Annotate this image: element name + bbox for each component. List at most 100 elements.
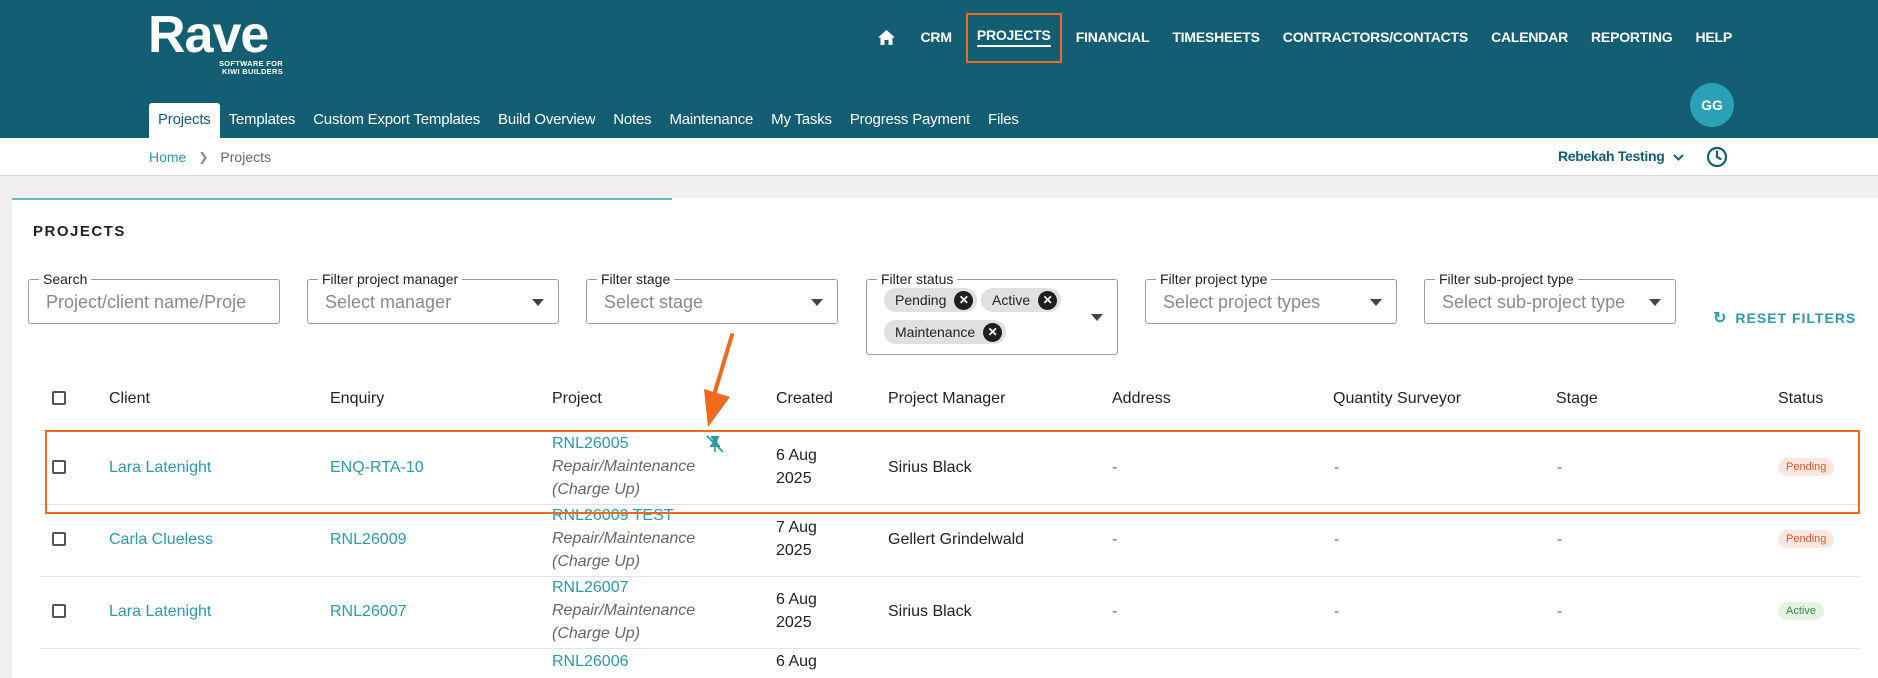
col-address[interactable]: Address [1112,390,1171,408]
col-project[interactable]: Project [552,390,602,408]
filter-project-type[interactable]: Filter project type Select project types [1145,271,1397,324]
caret-down-icon [811,299,823,306]
tab-templates[interactable]: Templates [220,103,305,138]
rave-logo[interactable]: Rave SOFTWARE FOR KIWI BUILDERS [148,6,283,76]
tab-files[interactable]: Files [979,103,1028,138]
home-icon[interactable] [877,28,898,46]
row-address: - [1112,603,1118,620]
created-year: 2025 [776,614,812,631]
breadcrumb: Home ❯ Projects [149,149,271,165]
reset-filters-button[interactable]: ↻ RESET FILTERS [1713,308,1856,328]
row-divider [40,648,1860,649]
status-chip-active[interactable]: Active ✕ [981,288,1062,312]
breadcrumb-current: Projects [220,149,271,165]
logo-text: Rave [148,6,269,64]
row-client[interactable]: Carla Clueless [109,528,213,551]
row-stage: - [1557,531,1563,548]
row-checkbox[interactable] [52,532,66,546]
sub-nav: Projects Templates Custom Export Templat… [149,103,1028,138]
project-code[interactable]: RNL26007 [552,576,695,599]
tab-custom-export-templates[interactable]: Custom Export Templates [304,103,489,138]
filter-manager-placeholder: Select manager [325,292,452,312]
search-input[interactable]: Search Project/client name/Proje [28,271,280,324]
nav-crm[interactable]: CRM [921,29,952,45]
row-manager: Sirius Black [888,603,972,620]
nav-projects[interactable]: PROJECTS [976,27,1051,47]
filter-subtype-label: Filter sub-project type [1435,271,1578,287]
nav-financial[interactable]: FINANCIAL [1076,29,1150,45]
nav-reporting[interactable]: REPORTING [1591,29,1673,45]
logo-tagline-2: KIWI BUILDERS [222,67,283,76]
col-status[interactable]: Status [1778,390,1823,408]
col-quantity-surveyor[interactable]: Quantity Surveyor [1333,390,1461,408]
row-checkbox[interactable] [52,604,66,618]
project-subtype: (Charge Up) [552,625,641,642]
tab-progress-payment[interactable]: Progress Payment [841,103,979,138]
filter-type-placeholder: Select project types [1163,292,1321,312]
created-day: 6 Aug [776,653,817,670]
close-icon[interactable]: ✕ [1038,290,1058,310]
close-icon[interactable]: ✕ [983,322,1003,342]
project-code[interactable]: RNL26006 [552,650,629,673]
tab-notes[interactable]: Notes [604,103,660,138]
breadcrumb-bar: Home ❯ Projects Rebekah Testing [0,138,1878,176]
filter-project-manager[interactable]: Filter project manager Select manager [307,271,559,324]
search-placeholder: Project/client name/Proje [46,292,247,312]
filter-sub-project-type[interactable]: Filter sub-project type Select sub-proje… [1424,271,1676,324]
nav-contractors-contacts[interactable]: CONTRACTORS/CONTACTS [1283,29,1468,45]
tab-projects[interactable]: Projects [149,103,220,138]
tenant-name: Rebekah Testing [1558,148,1665,164]
reset-filters-label: RESET FILTERS [1735,310,1857,326]
filter-stage-label: Filter stage [597,271,675,287]
filter-stage-placeholder: Select stage [604,292,704,312]
row-enquiry[interactable]: RNL26007 [330,600,407,623]
tab-maintenance[interactable]: Maintenance [660,103,762,138]
filter-type-label: Filter project type [1156,271,1272,287]
row-enquiry[interactable]: RNL26009 [330,528,407,551]
main-nav: CRM PROJECTS FINANCIAL TIMESHEETS CONTRA… [877,13,1732,63]
filter-stage[interactable]: Filter stage Select stage [586,271,838,324]
col-created[interactable]: Created [776,390,833,408]
row-qs: - [1334,603,1340,620]
col-client[interactable]: Client [109,390,150,408]
tab-my-tasks[interactable]: My Tasks [762,103,841,138]
top-header: Rave SOFTWARE FOR KIWI BUILDERS CRM PROJ… [0,0,1878,138]
col-stage[interactable]: Stage [1556,390,1598,408]
created-day: 6 Aug [776,591,817,608]
page-title: PROJECTS [33,223,126,240]
search-label: Search [39,271,92,287]
filter-subtype-placeholder: Select sub-project type [1442,292,1626,312]
clock-icon[interactable] [1706,146,1728,173]
nav-timesheets[interactable]: TIMESHEETS [1172,29,1260,45]
col-enquiry[interactable]: Enquiry [330,390,384,408]
filter-manager-label: Filter project manager [318,271,463,287]
row-stage: - [1557,603,1563,620]
breadcrumb-home[interactable]: Home [149,149,186,165]
chip-label: Pending [895,292,947,308]
annotation-arrow-icon [698,333,738,434]
project-subtype: (Charge Up) [552,553,641,570]
nav-calendar[interactable]: CALENDAR [1491,29,1568,45]
chip-label: Maintenance [895,324,976,340]
created-year: 2025 [776,542,812,559]
col-project-manager[interactable]: Project Manager [888,390,1005,408]
refresh-icon: ↻ [1713,310,1728,327]
tab-build-overview[interactable]: Build Overview [489,103,604,138]
status-chip-maintenance[interactable]: Maintenance ✕ [884,320,1007,344]
row-client[interactable]: Lara Latenight [109,600,211,623]
tenant-selector[interactable]: Rebekah Testing [1558,148,1684,164]
close-icon[interactable]: ✕ [954,290,974,310]
project-type: Repair/Maintenance [552,602,696,619]
chevron-right-icon: ❯ [198,150,209,164]
chip-label: Active [992,292,1031,308]
status-badge: Pending [1778,530,1835,548]
status-badge: Active [1778,602,1824,620]
nav-help[interactable]: HELP [1695,29,1732,45]
row-created: 7 Aug 2025 [776,516,817,562]
user-avatar[interactable]: GG [1690,83,1734,127]
row-created: 6 Aug 2025 [776,588,817,634]
status-chip-pending[interactable]: Pending ✕ [884,288,978,312]
select-all-checkbox[interactable] [52,391,66,405]
caret-down-icon [1091,314,1103,321]
row-project: RNL26009 TEST Repair/Maintenance (Charge… [552,504,695,573]
